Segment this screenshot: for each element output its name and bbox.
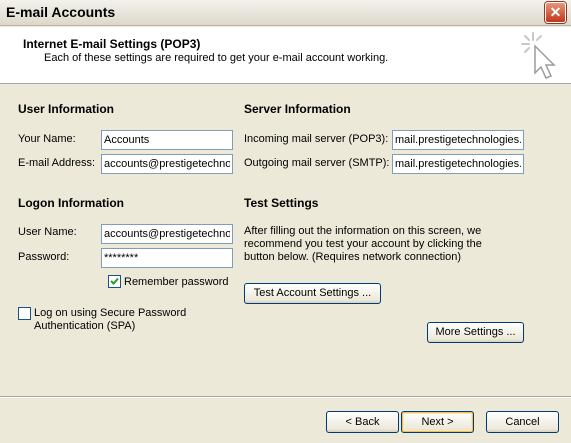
next-button[interactable]: Next > <box>401 411 474 433</box>
user-name-input[interactable] <box>101 224 233 244</box>
user-info-heading: User Information <box>18 102 115 116</box>
test-desc-line2: recommend you test your account by click… <box>244 238 482 250</box>
server-info-heading: Server Information <box>244 102 351 116</box>
cancel-button[interactable]: Cancel <box>486 411 559 433</box>
checkmark-icon <box>110 277 119 285</box>
cursor-sparkle-icon <box>521 32 556 79</box>
spa-label-line2: Authentication (SPA) <box>34 320 136 332</box>
remember-password-checkbox[interactable] <box>108 275 121 288</box>
test-settings-heading: Test Settings <box>244 196 319 210</box>
close-button[interactable]: ✕ <box>545 2 566 23</box>
outgoing-server-label: Outgoing mail server (SMTP): <box>244 157 390 169</box>
password-label: Password: <box>18 251 70 263</box>
close-icon: ✕ <box>549 4 562 20</box>
incoming-server-label: Incoming mail server (POP3): <box>244 133 389 145</box>
spa-checkbox[interactable] <box>18 307 31 320</box>
test-desc-line1: After filling out the information on thi… <box>244 225 482 237</box>
remember-password-label: Remember password <box>124 276 229 288</box>
your-name-label: Your Name: <box>18 133 76 145</box>
password-input[interactable] <box>101 248 233 268</box>
email-address-label: E-mail Address: <box>18 157 96 169</box>
test-desc-line3: button below. (Requires network connecti… <box>244 251 462 263</box>
outgoing-server-input[interactable] <box>392 154 524 174</box>
user-name-label: User Name: <box>18 226 77 238</box>
back-button[interactable]: < Back <box>326 411 399 433</box>
window-title: E-mail Accounts <box>6 4 116 20</box>
logon-info-heading: Logon Information <box>18 196 124 210</box>
incoming-server-input[interactable] <box>392 130 524 150</box>
email-address-input[interactable] <box>101 154 233 174</box>
your-name-input[interactable] <box>101 130 233 150</box>
title-bar: E-mail Accounts ✕ <box>0 0 571 26</box>
dialog-header: Internet E-mail Settings (POP3) Each of … <box>0 27 571 84</box>
spa-label-line1: Log on using Secure Password <box>34 307 187 319</box>
test-account-settings-button[interactable]: Test Account Settings ... <box>244 283 381 304</box>
more-settings-button[interactable]: More Settings ... <box>427 322 524 343</box>
header-title: Internet E-mail Settings (POP3) <box>23 37 201 51</box>
footer-divider <box>0 396 571 398</box>
header-subtitle: Each of these settings are required to g… <box>44 52 389 64</box>
test-settings-description: After filling out the information on thi… <box>244 225 494 264</box>
